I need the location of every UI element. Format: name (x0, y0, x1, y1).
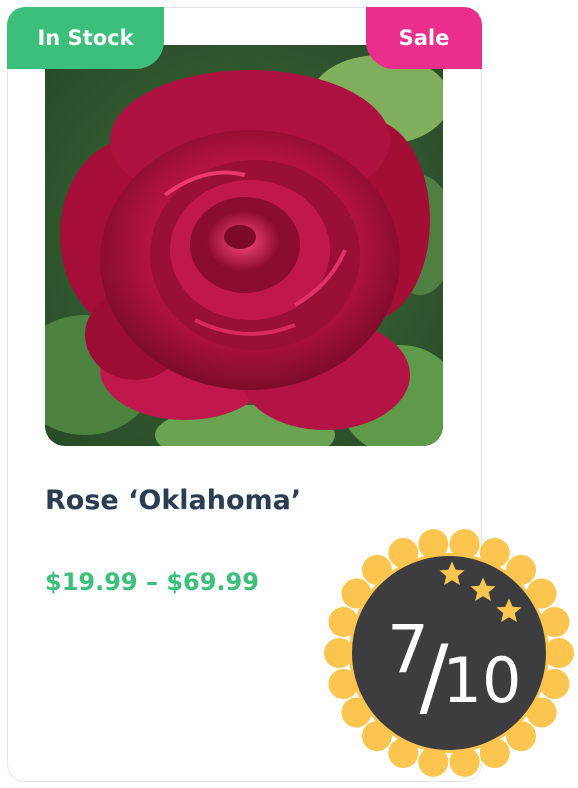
rating-badge: 7 / 10 (322, 526, 576, 780)
sale-badge: Sale (366, 7, 482, 69)
in-stock-label: In Stock (37, 26, 134, 50)
rose-image (45, 45, 443, 446)
sale-label: Sale (398, 26, 450, 50)
product-price: $19.99 – $69.99 (45, 568, 259, 596)
rating-seal: 7 / 10 (324, 529, 574, 777)
in-stock-badge: In Stock (7, 7, 164, 69)
product-title[interactable]: Rose ‘Oklahoma’ (45, 485, 301, 516)
product-card-stage: In Stock Sale Rose ‘Oklahoma’ $19.99 – $… (0, 0, 578, 788)
product-image[interactable] (45, 45, 443, 446)
rating-denominator: 10 (443, 644, 522, 717)
